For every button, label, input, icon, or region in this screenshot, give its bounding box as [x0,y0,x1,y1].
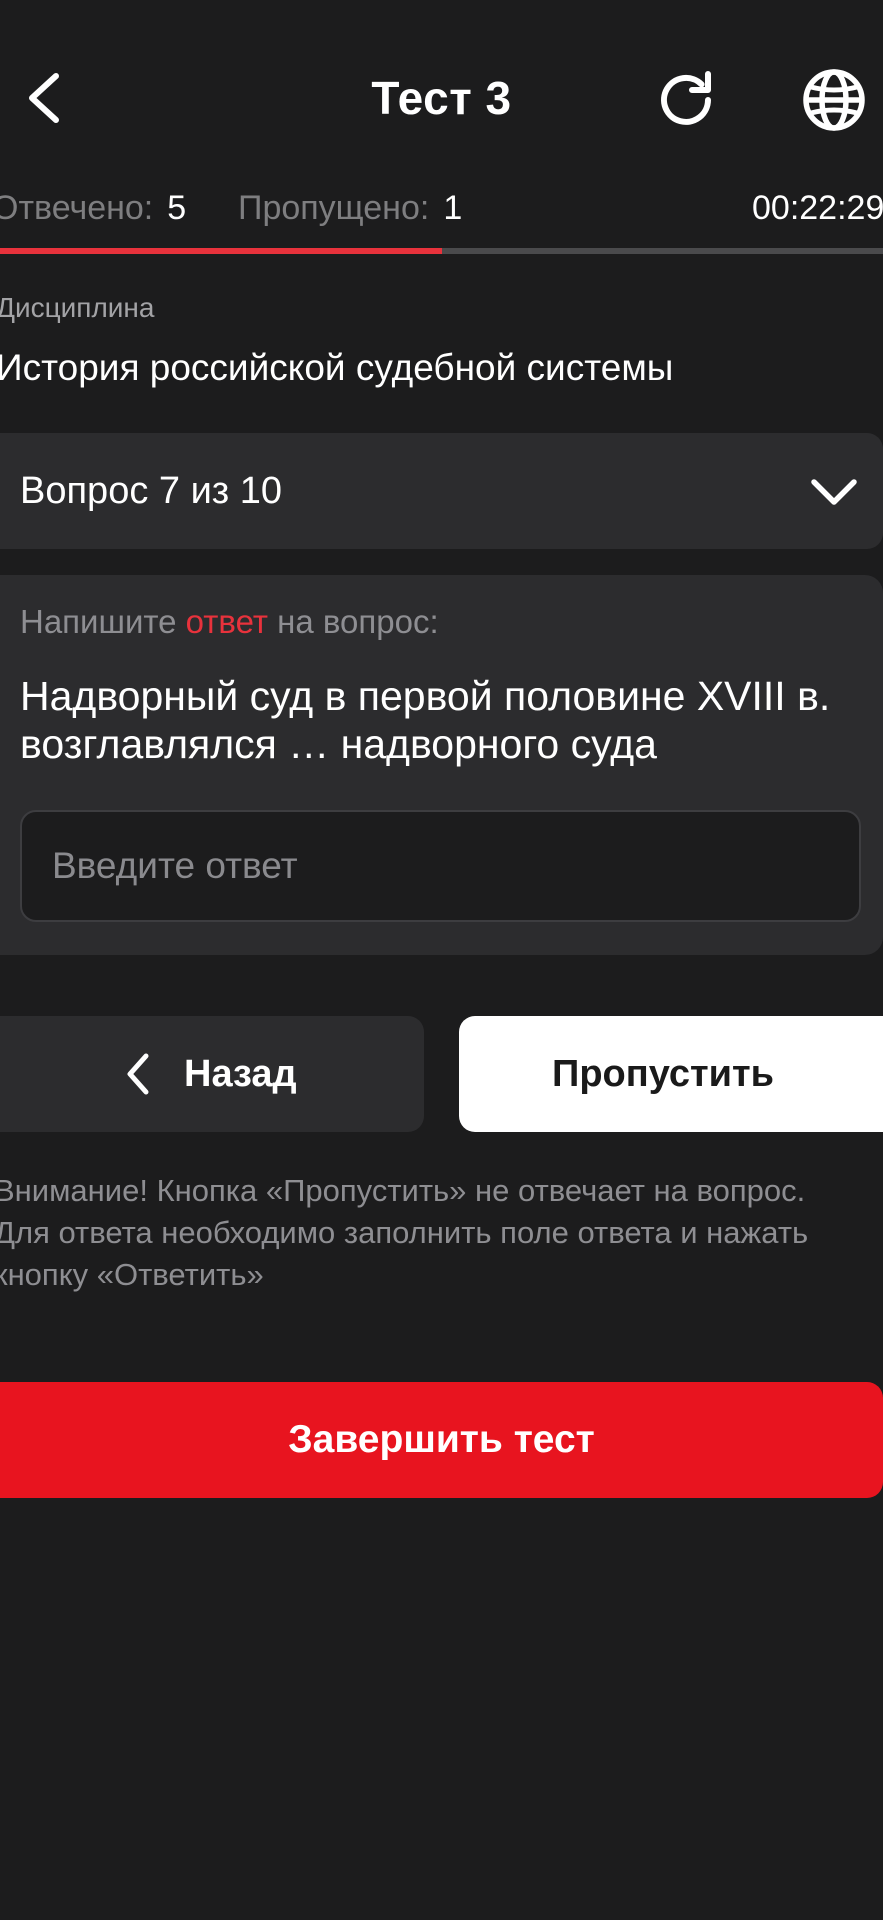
refresh-icon[interactable] [656,68,720,132]
warning-text: Внимание! Кнопка «Пропустить» не отвечае… [0,1173,809,1292]
discipline-label: Дисциплина [0,292,155,323]
question-prompt: Напишите ответ на вопрос: [20,596,439,648]
question-selector-label: Вопрос 7 из 10 [20,470,283,512]
finish-test-label: Завершить тест [288,1418,595,1461]
skipped-label: Пропущено: [238,189,430,227]
timer: 00:22:29 [752,189,883,227]
finish-test-button[interactable]: Завершить тест [0,1382,883,1498]
question-text: Надворный суд в первой половине XVIII в.… [20,673,831,767]
answered-label: Отвечено: [0,189,154,227]
page-title: Тест 3 [371,72,512,124]
back-button-label: Назад [184,1053,297,1095]
skipped-value: 1 [443,189,463,227]
prompt-accent: ответ [185,603,268,640]
progress-fill [0,248,442,254]
answered-value: 5 [167,189,187,227]
prompt-text: Напишите [20,603,186,640]
progress-bar [0,248,883,254]
chevron-down-icon[interactable] [808,466,860,518]
answered-counter: Отвечено: 5 [0,186,186,230]
skipped-counter: Пропущено: 1 [238,186,462,230]
skip-button-label: Пропустить [552,1053,774,1095]
skip-button[interactable]: Пропустить [459,1016,883,1132]
prompt-text-after: на вопрос: [267,603,439,640]
answer-input[interactable] [20,810,861,922]
chevron-left-icon [124,1052,152,1096]
discipline-name: История российской судебной системы [0,347,674,388]
globe-icon[interactable] [800,66,868,134]
